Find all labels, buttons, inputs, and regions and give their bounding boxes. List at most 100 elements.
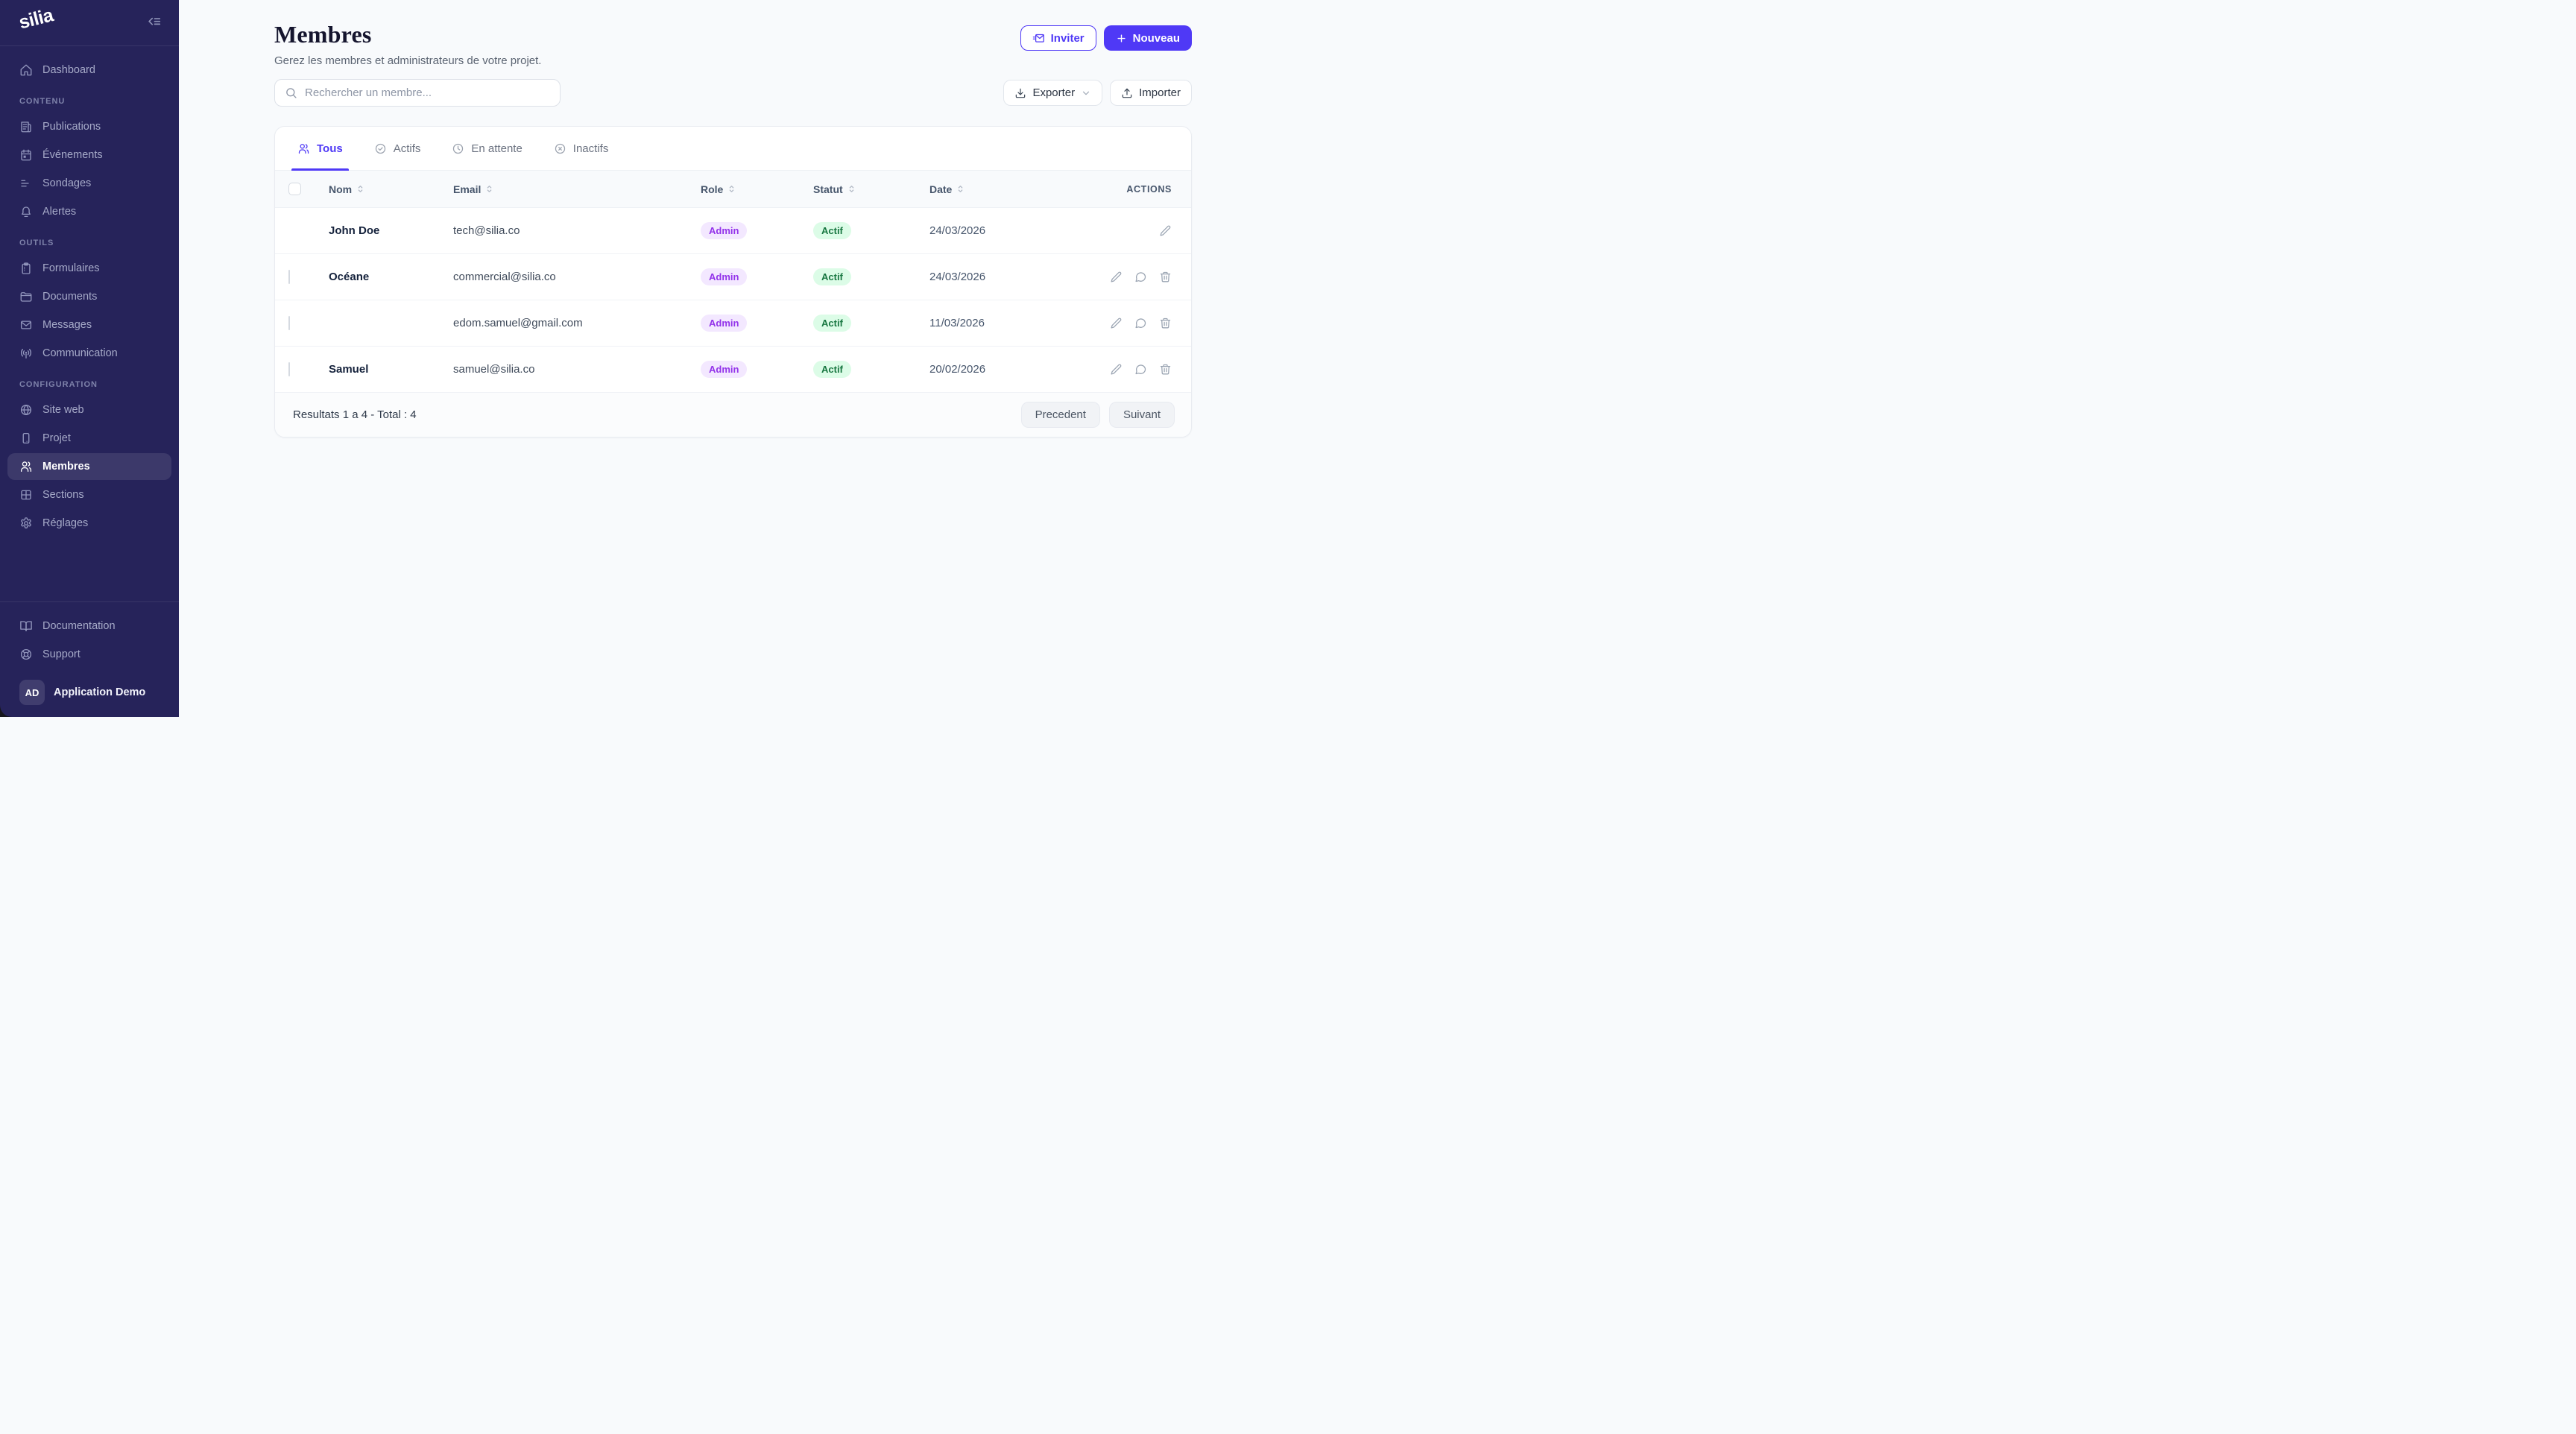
column-label: Role <box>701 183 723 195</box>
role-badge: Admin <box>701 361 747 378</box>
sidebar-item-site-web[interactable]: Site web <box>7 397 171 423</box>
grid-icon <box>19 488 33 502</box>
x-circle-icon <box>554 142 566 155</box>
edit-button[interactable] <box>1110 363 1123 376</box>
tab-inactifs[interactable]: Inactifs <box>554 127 609 170</box>
row-checkbox[interactable] <box>288 270 290 284</box>
sidebar-item-label: Projet <box>42 432 71 444</box>
members-card: Tous Actifs En attente Inactifs Nom EmailRol… <box>274 126 1192 438</box>
column-label: ACTIONS <box>1126 184 1172 195</box>
member-name: Océane <box>329 271 453 283</box>
collapse-sidebar-icon[interactable] <box>146 15 162 31</box>
download-icon <box>1014 87 1026 99</box>
sidebar-item-label: Sections <box>42 489 84 501</box>
table-body: John Doetech@silia.coAdminActif24/03/202… <box>275 208 1191 393</box>
column-header-nom[interactable]: Nom <box>329 183 453 195</box>
sidebar-item-label: Membres <box>42 461 90 473</box>
sidebar-item-formulaires[interactable]: Formulaires <box>7 255 171 282</box>
sidebar: silia DashboardCONTENUPublicationsÉvénem… <box>0 0 179 717</box>
edit-button[interactable] <box>1110 271 1123 283</box>
mail-icon <box>19 318 33 332</box>
previous-button[interactable]: Precedent <box>1021 402 1100 428</box>
export-button-label: Exporter <box>1032 86 1075 99</box>
sidebar-item-reglages[interactable]: Réglages <box>7 510 171 537</box>
export-button[interactable]: Exporter <box>1003 80 1102 106</box>
tab-label: Inactifs <box>573 142 609 155</box>
next-button[interactable]: Suivant <box>1109 402 1175 428</box>
sidebar-item-evenements[interactable]: Événements <box>7 142 171 168</box>
tab-label: En attente <box>471 142 522 155</box>
gear-icon <box>19 517 33 530</box>
column-header-email[interactable]: Email <box>453 183 701 195</box>
row-checkbox[interactable] <box>288 316 290 330</box>
delete-button[interactable] <box>1159 317 1172 329</box>
table-header: Nom EmailRole StatutDate ACTIONS <box>275 171 1191 208</box>
message-button[interactable] <box>1134 317 1147 329</box>
column-header-actions: ACTIONS <box>1064 184 1172 195</box>
tabs-bar: Tous Actifs En attente Inactifs <box>275 127 1191 171</box>
sidebar-item-support[interactable]: Support <box>7 641 171 668</box>
book-icon <box>19 619 33 633</box>
message-button[interactable] <box>1134 363 1147 376</box>
member-email: samuel@silia.co <box>453 363 701 376</box>
sidebar-item-label: Événements <box>42 149 103 161</box>
sidebar-item-label: Réglages <box>42 517 88 529</box>
sidebar-item-dashboard[interactable]: Dashboard <box>7 57 171 83</box>
member-email: edom.samuel@gmail.com <box>453 317 701 329</box>
delete-button[interactable] <box>1159 271 1172 283</box>
edit-button[interactable] <box>1110 317 1123 329</box>
sidebar-item-label: Messages <box>42 319 92 331</box>
mail-send-icon <box>1032 32 1045 45</box>
search-icon <box>285 86 297 99</box>
page-title: Membres <box>274 21 541 48</box>
folder-icon <box>19 290 33 303</box>
sidebar-item-projet[interactable]: Projet <box>7 425 171 452</box>
sidebar-nav: DashboardCONTENUPublicationsÉvénementsSo… <box>0 46 179 601</box>
column-header-date[interactable]: Date <box>929 183 1064 195</box>
member-date: 24/03/2026 <box>929 224 1064 237</box>
sidebar-item-sections[interactable]: Sections <box>7 481 171 508</box>
column-label: Nom <box>329 183 352 195</box>
sidebar-item-label: Dashboard <box>42 64 95 76</box>
table-row: Samuelsamuel@silia.coAdminActif20/02/202… <box>275 347 1191 393</box>
sidebar-item-publications[interactable]: Publications <box>7 113 171 140</box>
sidebar-item-documents[interactable]: Documents <box>7 283 171 310</box>
edit-button[interactable] <box>1159 224 1172 237</box>
message-button[interactable] <box>1134 271 1147 283</box>
search-input[interactable] <box>305 86 550 99</box>
role-badge: Admin <box>701 315 747 332</box>
sidebar-item-membres[interactable]: Membres <box>7 453 171 480</box>
chevron-down-icon <box>1081 88 1091 98</box>
delete-button[interactable] <box>1159 363 1172 376</box>
import-button[interactable]: Importer <box>1110 80 1192 106</box>
nav-section-label-outils: OUTILS <box>0 227 179 253</box>
sidebar-item-label: Support <box>42 648 80 660</box>
tab-actifs[interactable]: Actifs <box>374 127 421 170</box>
tab-tous[interactable]: Tous <box>297 127 343 170</box>
import-button-label: Importer <box>1139 86 1181 99</box>
clipboard-icon <box>19 262 33 275</box>
device-icon <box>19 432 33 445</box>
user-row[interactable]: AD Application Demo <box>7 677 171 705</box>
status-badge: Actif <box>813 222 851 239</box>
invite-button[interactable]: Inviter <box>1020 25 1096 51</box>
avatar: AD <box>19 680 45 705</box>
home-icon <box>19 63 33 77</box>
sidebar-item-messages[interactable]: Messages <box>7 312 171 338</box>
lifebuoy-icon <box>19 648 33 661</box>
tab-en-attente[interactable]: En attente <box>452 127 522 170</box>
sidebar-item-communication[interactable]: Communication <box>7 340 171 367</box>
tab-label: Tous <box>317 142 343 155</box>
search-box[interactable] <box>274 79 561 107</box>
row-checkbox[interactable] <box>288 362 290 376</box>
select-all-checkbox[interactable] <box>288 183 301 195</box>
new-button[interactable]: Nouveau <box>1104 25 1192 51</box>
sidebar-item-alertes[interactable]: Alertes <box>7 198 171 225</box>
column-header-statut[interactable]: Statut <box>813 183 929 195</box>
column-label: Date <box>929 183 952 195</box>
sidebar-item-documentation[interactable]: Documentation <box>7 613 171 639</box>
column-header-role[interactable]: Role <box>701 183 813 195</box>
member-email: commercial@silia.co <box>453 271 701 283</box>
sort-icon <box>727 184 736 194</box>
sidebar-item-sondages[interactable]: Sondages <box>7 170 171 197</box>
